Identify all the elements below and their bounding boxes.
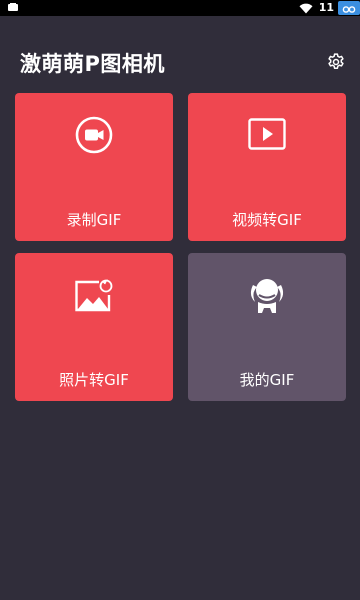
wifi-icon bbox=[299, 3, 313, 13]
header: 激萌萌P图相机 bbox=[0, 40, 360, 84]
tile-label: 我的GIF bbox=[239, 371, 295, 389]
status-right: 11 bbox=[299, 0, 360, 16]
battery-level: 11 bbox=[318, 1, 334, 14]
tile-record-gif[interactable]: 录制GIF bbox=[15, 93, 173, 241]
page-title: 激萌萌P图相机 bbox=[20, 52, 165, 76]
tile-photo-to-gif[interactable]: 照片转GIF bbox=[15, 253, 173, 401]
photo-convert-icon bbox=[15, 278, 173, 314]
tile-video-to-gif[interactable]: 视频转GIF bbox=[188, 93, 346, 241]
notification-icon bbox=[8, 3, 18, 11]
tile-my-gif[interactable]: 我的GIF bbox=[188, 253, 346, 401]
character-icon bbox=[188, 273, 346, 315]
tile-label: 照片转GIF bbox=[59, 371, 129, 389]
gear-icon[interactable] bbox=[326, 52, 346, 72]
play-icon bbox=[188, 117, 346, 151]
video-camera-icon bbox=[15, 115, 173, 155]
cloud-icon bbox=[338, 1, 360, 15]
tile-label: 录制GIF bbox=[66, 211, 122, 229]
tile-label: 视频转GIF bbox=[232, 211, 302, 229]
status-bar: 11 bbox=[0, 0, 360, 16]
